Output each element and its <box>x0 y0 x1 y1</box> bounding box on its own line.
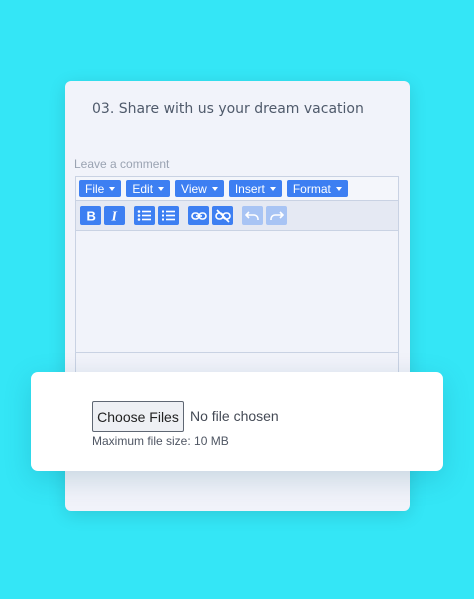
caret-down-icon <box>109 186 116 191</box>
bold-icon: B <box>86 209 95 222</box>
menu-edit-label: Edit <box>132 181 154 196</box>
menu-format[interactable]: Format <box>286 180 348 197</box>
menu-format-label: Format <box>292 181 331 196</box>
caret-down-icon <box>211 186 218 191</box>
link-button[interactable] <box>188 206 209 225</box>
bullet-list-icon <box>137 210 151 221</box>
menu-file[interactable]: File <box>79 180 122 197</box>
choose-files-button[interactable]: Choose Files <box>92 401 184 432</box>
menu-view-label: View <box>181 181 207 196</box>
menu-view[interactable]: View <box>175 180 224 197</box>
italic-icon: I <box>110 210 117 223</box>
editor-menubar: File Edit View Insert Format <box>76 177 398 201</box>
caret-down-icon <box>158 186 165 191</box>
redo-button[interactable] <box>266 206 287 225</box>
editor-toolbar: B I <box>76 201 398 231</box>
file-upload-panel: Choose Files No file chosen Maximum file… <box>31 372 443 471</box>
menu-file-label: File <box>85 181 105 196</box>
max-file-size-note: Maximum file size: 10 MB <box>92 434 229 448</box>
svg-text:I: I <box>110 210 117 223</box>
comment-label: Leave a comment <box>74 157 170 171</box>
bullet-list-button[interactable] <box>134 206 155 225</box>
menu-edit[interactable]: Edit <box>126 180 171 197</box>
menu-insert-label: Insert <box>234 181 265 196</box>
svg-text:B: B <box>86 209 95 222</box>
caret-down-icon <box>335 186 342 191</box>
menu-insert[interactable]: Insert <box>228 180 282 197</box>
comment-text-area[interactable] <box>76 231 398 353</box>
numbered-list-icon <box>162 210 175 221</box>
question-title: 03. Share with us your dream vacation <box>92 101 364 117</box>
redo-icon <box>270 211 284 220</box>
italic-button[interactable]: I <box>104 206 125 225</box>
file-status-text: No file chosen <box>190 408 279 424</box>
undo-button[interactable] <box>242 206 263 225</box>
unlink-icon <box>214 208 231 223</box>
unlink-button[interactable] <box>212 206 233 225</box>
undo-icon <box>245 211 259 220</box>
link-icon <box>190 211 207 220</box>
numbered-list-button[interactable] <box>158 206 179 225</box>
bold-button[interactable]: B <box>80 206 101 225</box>
rich-text-editor: File Edit View Insert Format B I <box>75 176 399 386</box>
caret-down-icon <box>269 186 276 191</box>
